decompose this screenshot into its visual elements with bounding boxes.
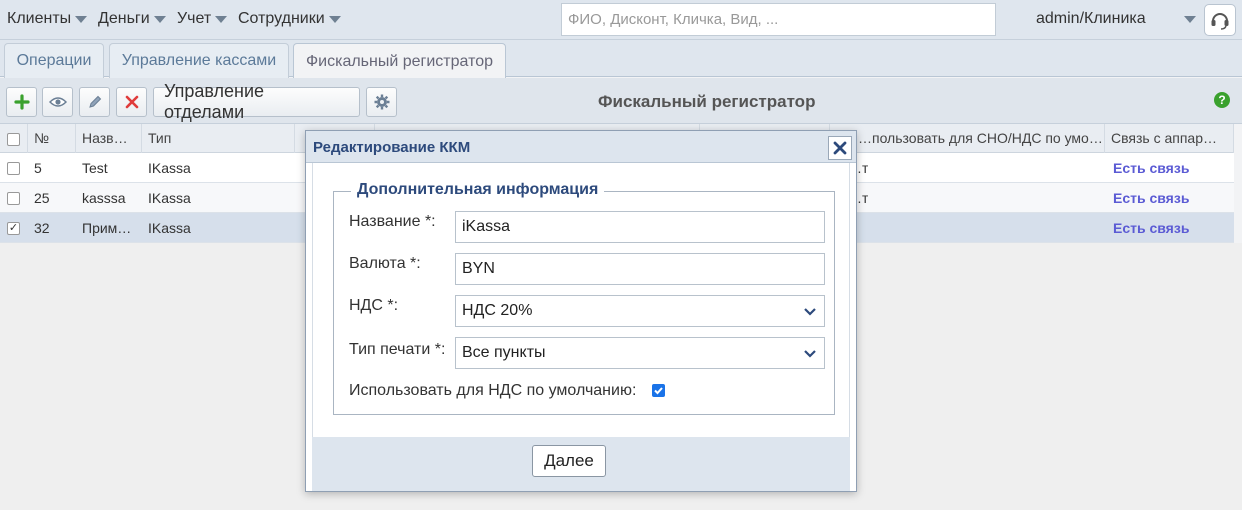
- search-input[interactable]: [561, 3, 996, 36]
- cell-number: 25: [34, 190, 50, 206]
- next-button[interactable]: Далее: [532, 445, 606, 477]
- name-input[interactable]: iKassa: [455, 211, 825, 243]
- cell-name: Test: [82, 160, 108, 176]
- tab-cash-management[interactable]: Управление кассами: [109, 43, 289, 78]
- print-type-label: Тип печати *:: [349, 341, 446, 358]
- caret-down-icon: [153, 15, 166, 23]
- manage-departments-button[interactable]: Управление отделами: [153, 81, 360, 122]
- tab-operations-label: Операции: [16, 52, 92, 69]
- menu-clients[interactable]: Клиенты: [7, 10, 88, 28]
- menu-accounting[interactable]: Учет: [177, 10, 228, 28]
- vat-select-value: НДС 20%: [462, 302, 533, 319]
- cell-connection[interactable]: Есть связь: [1113, 183, 1189, 213]
- col-header-type[interactable]: Тип: [142, 124, 295, 153]
- menu-money-label: Деньги: [98, 10, 150, 27]
- close-icon: [125, 95, 138, 109]
- select-all-checkbox[interactable]: [7, 133, 20, 146]
- caret-down-icon: [328, 15, 341, 23]
- menu-accounting-label: Учет: [177, 10, 212, 27]
- col-header-number[interactable]: №: [28, 124, 76, 153]
- close-icon: [833, 141, 847, 155]
- cell-connection[interactable]: Есть связь: [1113, 153, 1189, 183]
- default-vat-checkbox[interactable]: [652, 384, 665, 397]
- chevron-down-icon: [804, 350, 816, 358]
- row-checkbox[interactable]: [7, 162, 20, 175]
- row-checkbox-checked[interactable]: ✓: [7, 222, 20, 235]
- tab-fiscal-registrar[interactable]: Фискальный регистратор: [293, 43, 506, 79]
- edit-button[interactable]: [79, 87, 110, 117]
- tab-cash-management-label: Управление кассами: [121, 52, 277, 69]
- check-icon: [654, 387, 663, 395]
- tab-bar: Операции Управление кассами Фискальный р…: [0, 40, 1242, 79]
- menu-staff[interactable]: Сотрудники: [238, 10, 341, 28]
- col-header-connection[interactable]: Связь с аппар…: [1105, 124, 1234, 153]
- toolbar: Управление отделами Фискальный регистрат…: [0, 78, 1242, 124]
- dialog-title: Редактирование ККМ: [313, 139, 471, 156]
- print-type-select-value: Все пункты: [462, 344, 546, 361]
- headset-icon: [1211, 13, 1229, 30]
- view-button[interactable]: [42, 87, 73, 117]
- menu-staff-label: Сотрудники: [238, 10, 325, 27]
- top-menu-bar: Клиенты Деньги Учет Сотрудники admin/Кли…: [0, 0, 1242, 40]
- plus-icon: [13, 94, 30, 110]
- add-button[interactable]: [6, 87, 37, 117]
- settings-button[interactable]: [366, 87, 397, 117]
- select-all-header[interactable]: [0, 124, 28, 153]
- cell-type: IKassa: [148, 220, 191, 236]
- eye-icon: [48, 97, 67, 107]
- print-type-select[interactable]: Все пункты: [455, 337, 825, 369]
- page-title: Фискальный регистратор: [598, 92, 816, 111]
- currency-input-value: BYN: [462, 260, 495, 277]
- dialog-footer: Далее: [312, 437, 850, 491]
- vat-select[interactable]: НДС 20%: [455, 295, 825, 327]
- user-account[interactable]: admin/Клиника: [1036, 10, 1146, 28]
- user-menu-caret-icon[interactable]: [1184, 16, 1196, 23]
- name-label: Название *:: [349, 213, 436, 230]
- help-icon[interactable]: ?: [1214, 92, 1230, 108]
- caret-down-icon: [75, 15, 88, 23]
- chevron-down-icon: [804, 308, 816, 316]
- menu-money[interactable]: Деньги: [98, 10, 166, 28]
- dialog-body: Дополнительная информация Название *: iK…: [312, 163, 850, 437]
- cell-type: IKassa: [148, 160, 191, 176]
- name-input-value: iKassa: [462, 218, 511, 235]
- gear-icon: [374, 94, 389, 110]
- row-checkbox[interactable]: [7, 192, 20, 205]
- currency-label: Валюта *:: [349, 255, 421, 272]
- fieldset-legend: Дополнительная информация: [351, 181, 605, 199]
- cell-connection[interactable]: Есть связь: [1113, 213, 1189, 243]
- col-header-default-vat[interactable]: …пользовать для СНО/НДС по умо…: [830, 124, 1105, 153]
- menu-clients-label: Клиенты: [7, 10, 72, 27]
- caret-down-icon: [215, 15, 228, 23]
- edit-kkm-dialog: Редактирование ККМ Дополнительная информ…: [305, 130, 857, 492]
- cell-number: 32: [34, 220, 50, 236]
- vat-label: НДС *:: [349, 297, 399, 314]
- cell-type: IKassa: [148, 190, 191, 206]
- support-button[interactable]: [1204, 4, 1236, 36]
- tab-fiscal-registrar-label: Фискальный регистратор: [305, 52, 494, 70]
- pencil-icon: [88, 95, 101, 108]
- cell-name: kasssa: [82, 190, 126, 206]
- dialog-close-button[interactable]: [828, 136, 852, 160]
- currency-input[interactable]: BYN: [455, 253, 825, 285]
- default-vat-label: Использовать для НДС по умолчанию:: [349, 382, 637, 399]
- cell-number: 5: [34, 160, 42, 176]
- cell-name: Прим…: [82, 220, 132, 236]
- dialog-header[interactable]: Редактирование ККМ: [306, 131, 856, 163]
- col-header-name[interactable]: Назв…: [76, 124, 142, 153]
- additional-info-fieldset: Дополнительная информация Название *: iK…: [333, 181, 835, 415]
- tab-operations[interactable]: Операции: [4, 43, 104, 78]
- delete-button[interactable]: [116, 87, 147, 117]
